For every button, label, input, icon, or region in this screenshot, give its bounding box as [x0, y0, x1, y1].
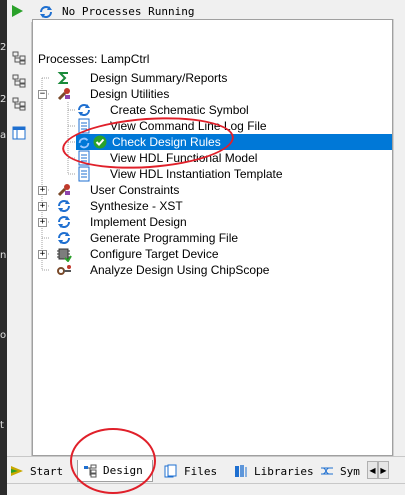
- process-item-design-summary[interactable]: Design Summary/Reports: [56, 70, 227, 86]
- process-item-label: Design Summary/Reports: [90, 71, 228, 85]
- process-item-label: Design Utilities: [90, 87, 170, 101]
- edge-char: n: [0, 250, 7, 261]
- files-icon: [163, 463, 179, 479]
- hierarchy-icon[interactable]: [10, 49, 28, 67]
- document-icon: [76, 118, 92, 134]
- panel-layout-icon[interactable]: [10, 124, 28, 142]
- process-item-label: Create Schematic Symbol: [110, 103, 249, 117]
- expand-toggle[interactable]: +: [38, 186, 47, 195]
- tab-start[interactable]: Start: [9, 460, 63, 482]
- tab-scroll-right-icon[interactable]: ▶: [378, 461, 389, 479]
- tab-label: Start: [30, 464, 64, 478]
- edge-char: 2: [0, 94, 7, 105]
- tools-icon: [56, 182, 72, 198]
- tab-scroll-left-icon[interactable]: ◀: [367, 461, 378, 479]
- process-item-generate-programming-file[interactable]: Generate Programming File: [56, 230, 238, 246]
- tab-libraries[interactable]: Libraries: [233, 460, 314, 482]
- tab-label: Design: [103, 464, 143, 477]
- sigma-icon: [56, 70, 72, 86]
- process-item-analyze-chipscope[interactable]: Analyze Design Using ChipScope: [56, 262, 269, 278]
- edge-char: 2: [0, 42, 7, 53]
- refresh-icon: [76, 102, 92, 118]
- process-item-label: Implement Design: [90, 215, 187, 229]
- refresh-icon: [56, 214, 72, 230]
- expand-toggle[interactable]: +: [38, 250, 47, 259]
- process-item-label: View Command Line Log File: [110, 119, 267, 133]
- design-icon: [82, 463, 98, 479]
- green-play-icon[interactable]: [10, 4, 24, 21]
- refresh-icon: [56, 198, 72, 214]
- process-item-implement-design[interactable]: Implement Design: [56, 214, 187, 230]
- start-icon: [9, 463, 25, 479]
- process-item-label: View HDL Functional Model: [110, 151, 258, 165]
- hierarchy-icon[interactable]: [10, 72, 28, 90]
- process-item-configure-target-device[interactable]: Configure Target Device: [56, 246, 219, 262]
- processes-header: Processes: LampCtrl: [38, 52, 150, 66]
- process-item-label: Generate Programming File: [90, 231, 239, 245]
- symbols-icon: [319, 463, 335, 479]
- left-edge-strip: 2 2 a n o t: [0, 0, 7, 495]
- tab-label: Libraries: [254, 464, 314, 478]
- run-status-text: No Processes Running: [62, 5, 195, 18]
- edge-char: a: [0, 130, 7, 141]
- process-item-create-schematic-symbol[interactable]: Create Schematic Symbol: [76, 102, 249, 118]
- edge-char: t: [0, 420, 4, 431]
- tab-bar-end: [391, 457, 405, 484]
- expand-toggle[interactable]: +: [38, 202, 47, 211]
- tab-symbols[interactable]: Sym: [319, 460, 360, 482]
- process-item-check-design-rules[interactable]: Check Design Rules: [76, 134, 392, 150]
- process-item-label: Check Design Rules: [112, 135, 221, 149]
- process-item-view-log-file[interactable]: View Command Line Log File: [76, 118, 267, 134]
- process-item-synthesize[interactable]: Synthesize - XST: [56, 198, 183, 214]
- document-icon: [76, 166, 92, 182]
- tab-label: Files: [184, 464, 218, 478]
- edge-char: o: [0, 330, 7, 341]
- process-item-user-constraints[interactable]: User Constraints: [56, 182, 179, 198]
- panel-tab-bar: Start Design Files Libraries Sym ◀ ▶: [7, 456, 405, 484]
- scope-icon: [56, 262, 72, 278]
- tab-design[interactable]: Design: [77, 460, 153, 482]
- expand-toggle[interactable]: +: [38, 218, 47, 227]
- document-icon: [76, 150, 92, 166]
- vertical-scrollbar[interactable]: [393, 19, 405, 456]
- hierarchy-icon[interactable]: [10, 95, 28, 113]
- tools-icon: [56, 86, 72, 102]
- process-item-label: Synthesize - XST: [90, 199, 183, 213]
- chip-icon: [56, 246, 72, 262]
- tab-files[interactable]: Files: [163, 460, 217, 482]
- collapse-toggle[interactable]: −: [38, 90, 47, 99]
- check-icon: [92, 134, 108, 150]
- libraries-icon: [233, 463, 249, 479]
- process-item-label: Configure Target Device: [90, 247, 219, 261]
- bottom-strip: [7, 483, 405, 495]
- process-item-view-hdl-template[interactable]: View HDL Instantiation Template: [76, 166, 283, 182]
- tab-label: Sym: [340, 464, 360, 478]
- process-item-label: User Constraints: [90, 183, 180, 197]
- process-item-design-utilities[interactable]: Design Utilities: [56, 86, 169, 102]
- process-item-label: View HDL Instantiation Template: [110, 167, 283, 181]
- process-item-label: Analyze Design Using ChipScope: [90, 263, 270, 277]
- process-item-view-hdl-functional-model[interactable]: View HDL Functional Model: [76, 150, 257, 166]
- refresh-icon: [56, 230, 72, 246]
